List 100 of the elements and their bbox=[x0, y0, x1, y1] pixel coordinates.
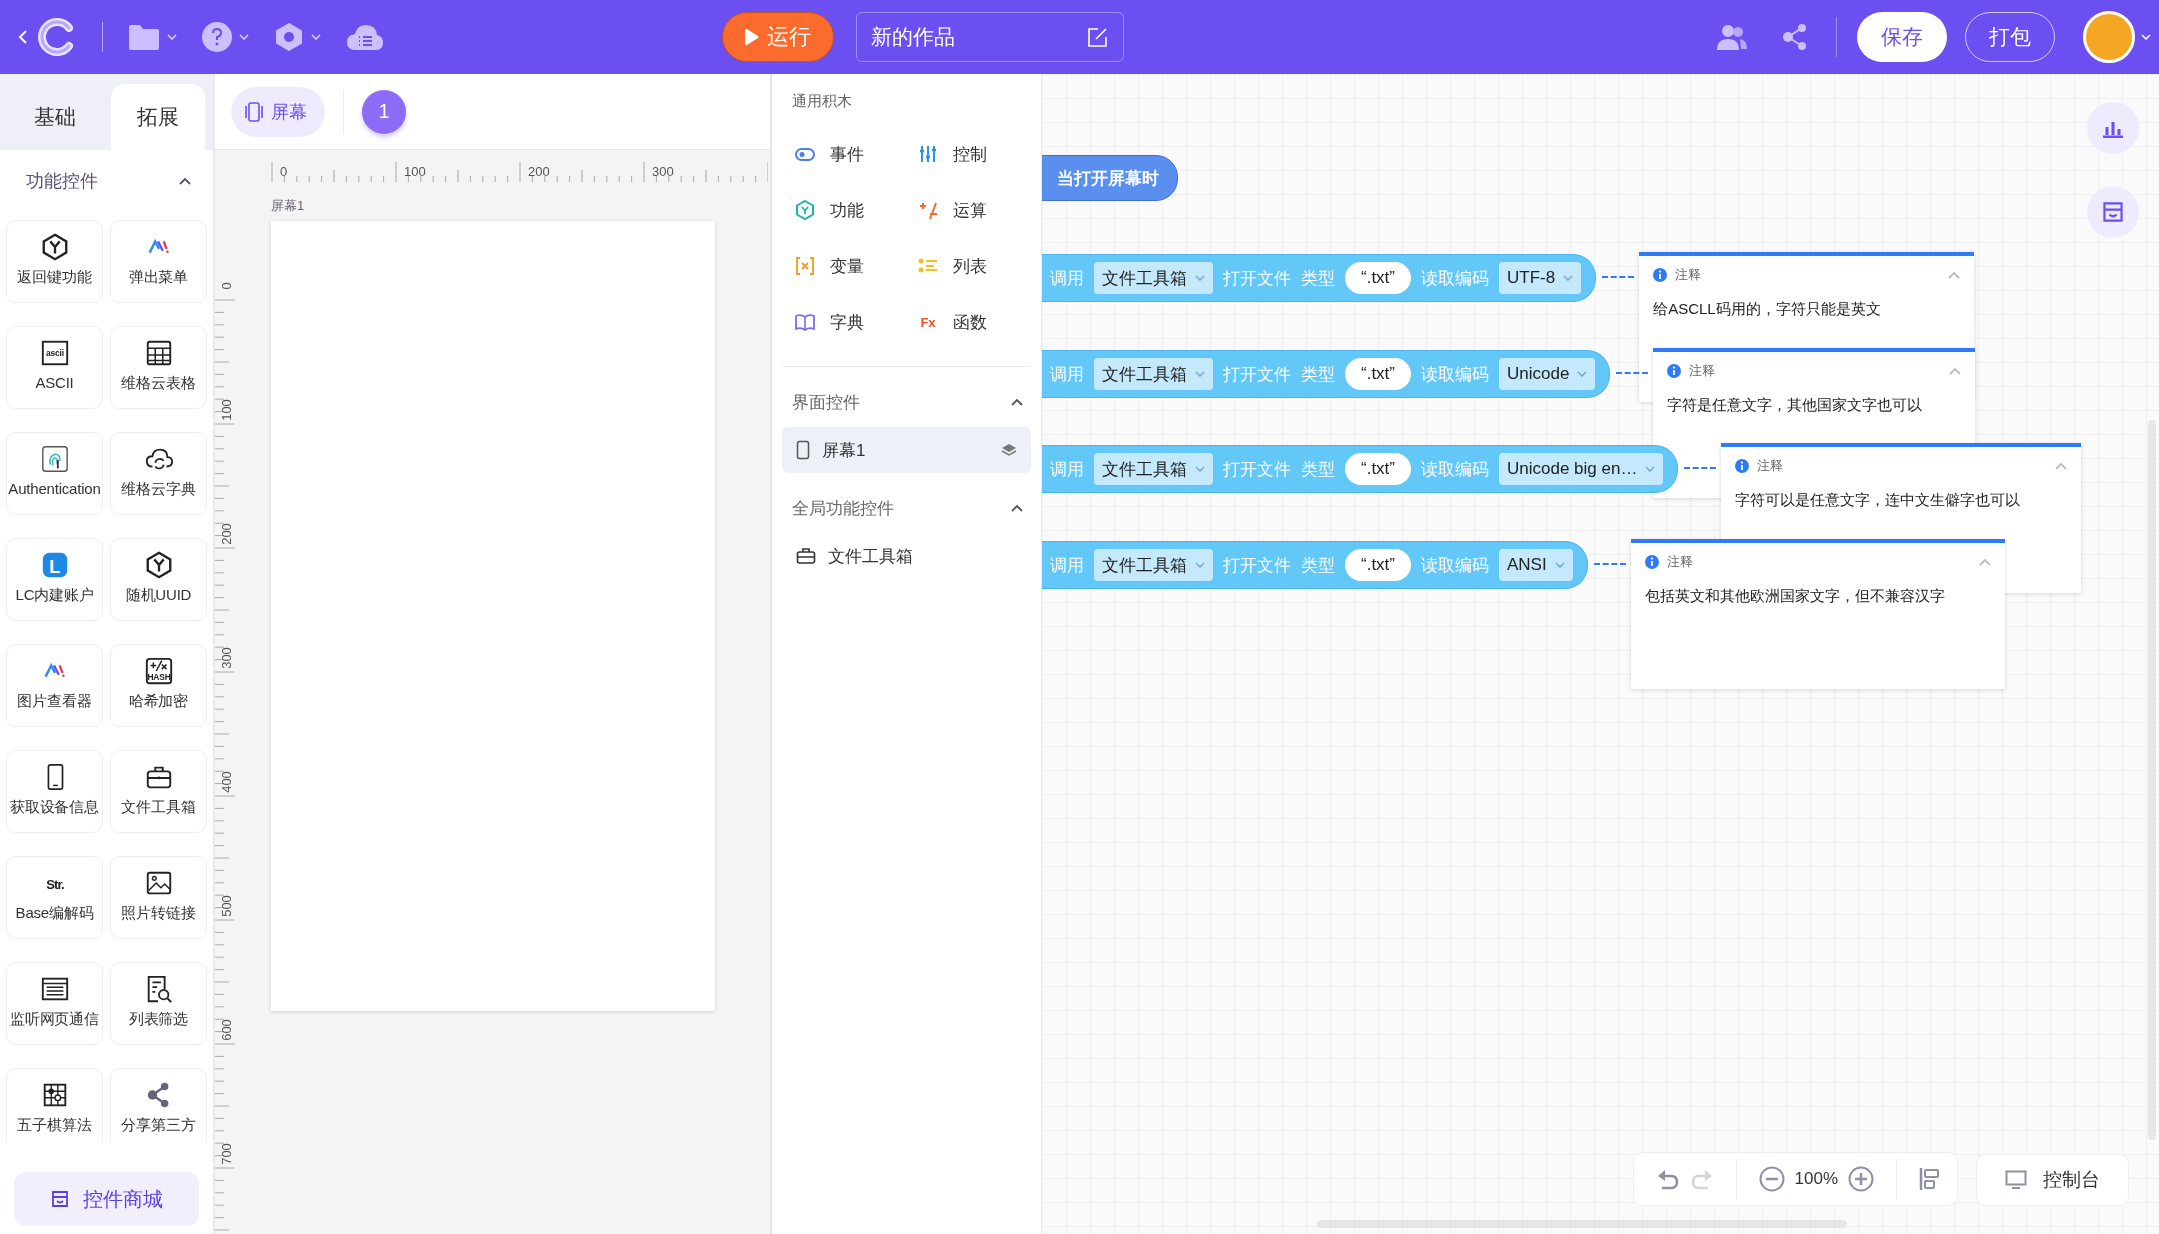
project-title-field[interactable]: 新的作品 bbox=[856, 12, 1124, 62]
block-category[interactable]: 变量 bbox=[794, 246, 917, 286]
block-label: 调用 bbox=[1050, 363, 1084, 386]
folder-icon bbox=[127, 23, 161, 51]
section-title: 界面控件 bbox=[792, 391, 860, 414]
code-block[interactable]: 调用 文件工具箱 打开文件 类型 “.txt” 读取编码 UTF-8 bbox=[1042, 254, 1597, 302]
component-tile[interactable]: 监听网页通信 bbox=[6, 962, 103, 1045]
settings-menu[interactable] bbox=[273, 21, 321, 53]
component-dropdown[interactable]: 文件工具箱 bbox=[1094, 358, 1213, 390]
block-label: 类型 bbox=[1301, 363, 1335, 386]
layers-icon[interactable] bbox=[1001, 443, 1017, 457]
component-tile[interactable]: 维格云表格 bbox=[110, 326, 207, 409]
component-dropdown[interactable]: 文件工具箱 bbox=[1094, 549, 1213, 581]
block-category[interactable]: 控制 bbox=[917, 134, 1040, 174]
component-tile[interactable]: Authentication bbox=[6, 432, 103, 515]
component-tile[interactable]: 列表筛选 bbox=[110, 962, 207, 1045]
component-dropdown[interactable]: 文件工具箱 bbox=[1094, 453, 1213, 485]
component-tile[interactable]: 获取设备信息 bbox=[6, 750, 103, 833]
comment-title: 注释 bbox=[1666, 553, 1694, 571]
encoding-dropdown[interactable]: ANSI bbox=[1499, 549, 1573, 581]
comment-title: 注释 bbox=[1689, 362, 1717, 380]
component-tile[interactable]: ascii ASCII bbox=[6, 326, 103, 409]
statistics-button[interactable] bbox=[2087, 102, 2139, 154]
code-block[interactable]: 调用 文件工具箱 打开文件 类型 “.txt” 读取编码 Unicode bbox=[1042, 350, 1611, 398]
component-tile[interactable]: 图片查看器 bbox=[6, 644, 103, 727]
screen-button[interactable]: 屏幕 bbox=[231, 86, 325, 137]
panel-tab[interactable]: 拓展 bbox=[110, 84, 205, 150]
panel-tab[interactable]: 基础 bbox=[8, 84, 103, 150]
avatar[interactable] bbox=[2083, 11, 2135, 63]
chevron-up-icon[interactable] bbox=[1011, 504, 1023, 512]
string-field[interactable]: “.txt” bbox=[1345, 549, 1411, 581]
block-label: 读取编码 bbox=[1421, 267, 1489, 290]
caret-icon bbox=[1195, 371, 1205, 377]
panel-title: 通用积木 bbox=[791, 91, 853, 111]
block-label: 打开文件 bbox=[1223, 363, 1291, 386]
phone-icon bbox=[796, 440, 810, 460]
component-tile[interactable]: L LC内建账户 bbox=[6, 538, 103, 621]
zoom-level: 100% bbox=[1794, 1169, 1838, 1189]
align-left-icon[interactable] bbox=[1919, 1167, 1941, 1191]
encoding-dropdown[interactable]: Unicode big en… bbox=[1499, 453, 1664, 485]
code-block[interactable]: 调用 文件工具箱 打开文件 类型 “.txt” 读取编码 Unicode big en… bbox=[1042, 445, 1679, 493]
chevron-up-icon[interactable] bbox=[1011, 398, 1023, 406]
component-tile[interactable]: 随机UUID bbox=[110, 538, 207, 621]
block-label: 调用 bbox=[1050, 554, 1084, 577]
block-category[interactable]: 运算 bbox=[917, 190, 1040, 230]
collapse-icon[interactable] bbox=[2055, 462, 2068, 470]
component-tile[interactable]: 文件工具箱 bbox=[110, 750, 207, 833]
collapse-icon[interactable] bbox=[1948, 271, 1961, 279]
phones-icon bbox=[245, 101, 263, 122]
package-button[interactable]: 打包 bbox=[1965, 12, 2055, 62]
component-tile[interactable]: 照片转链接 bbox=[110, 856, 207, 939]
component-tile[interactable]: 弹出菜单 bbox=[110, 220, 207, 303]
component-dropdown[interactable]: 文件工具箱 bbox=[1094, 262, 1213, 294]
component-tile[interactable]: Str. Base编解码 bbox=[6, 856, 103, 939]
block-category[interactable]: 功能 bbox=[794, 190, 917, 230]
store-icon bbox=[2102, 201, 2124, 223]
collapse-icon[interactable] bbox=[1978, 558, 1991, 566]
string-field[interactable]: “.txt” bbox=[1345, 453, 1411, 485]
zoom-out-icon[interactable] bbox=[1758, 1166, 1785, 1192]
info-icon bbox=[1667, 364, 1682, 378]
component-list-item[interactable]: 文件工具箱 bbox=[782, 533, 1031, 579]
component-list-item[interactable]: 屏幕1 bbox=[782, 427, 1031, 473]
block-label: 类型 bbox=[1301, 458, 1335, 481]
console-button[interactable]: 控制台 bbox=[1976, 1154, 2129, 1206]
chevron-up-icon[interactable] bbox=[179, 177, 191, 185]
component-tile[interactable]: 维格云字典 bbox=[110, 432, 207, 515]
block-category[interactable]: 字典 bbox=[794, 302, 917, 342]
caret-icon bbox=[167, 34, 177, 40]
block-category[interactable]: Fx 函数 bbox=[917, 302, 1040, 342]
store-button[interactable] bbox=[2087, 186, 2139, 238]
back-icon[interactable] bbox=[18, 30, 28, 44]
block-category[interactable]: 列表 bbox=[917, 246, 1040, 286]
play-icon bbox=[743, 28, 759, 46]
text-str-icon: Str. bbox=[39, 868, 70, 898]
component-tile[interactable]: 五子棋算法 bbox=[6, 1068, 103, 1142]
string-field[interactable]: “.txt” bbox=[1345, 358, 1411, 390]
cloud-list-icon[interactable] bbox=[345, 22, 385, 52]
help-icon bbox=[201, 21, 233, 53]
encoding-dropdown[interactable]: UTF-8 bbox=[1499, 262, 1582, 294]
screen-label: 屏幕1 bbox=[271, 197, 306, 215]
encoding-dropdown[interactable]: Unicode bbox=[1499, 358, 1596, 390]
users-icon[interactable] bbox=[1716, 23, 1748, 51]
file-menu[interactable] bbox=[127, 23, 177, 51]
save-button[interactable]: 保存 bbox=[1857, 12, 1947, 62]
comment-title: 注释 bbox=[1757, 457, 1785, 475]
help-menu[interactable] bbox=[201, 21, 249, 53]
page-number-button[interactable]: 1 bbox=[362, 89, 406, 134]
zoom-in-icon[interactable] bbox=[1848, 1166, 1874, 1192]
component-tile[interactable]: 分享第三方 bbox=[110, 1068, 207, 1142]
block-category[interactable]: 事件 bbox=[794, 134, 917, 174]
share-icon[interactable] bbox=[1782, 23, 1808, 51]
block-label: 调用 bbox=[1050, 458, 1084, 481]
info-icon bbox=[1644, 555, 1659, 569]
comment-title: 注释 bbox=[1675, 266, 1703, 284]
block-label: 类型 bbox=[1301, 554, 1335, 577]
collapse-icon[interactable] bbox=[1949, 367, 1962, 375]
component-store-button[interactable]: 控件商城 bbox=[14, 1172, 199, 1226]
component-tile[interactable]: 返回键功能 bbox=[6, 220, 103, 303]
code-block[interactable]: 调用 文件工具箱 打开文件 类型 “.txt” 读取编码 ANSI bbox=[1042, 541, 1588, 589]
string-field[interactable]: “.txt” bbox=[1345, 262, 1411, 294]
